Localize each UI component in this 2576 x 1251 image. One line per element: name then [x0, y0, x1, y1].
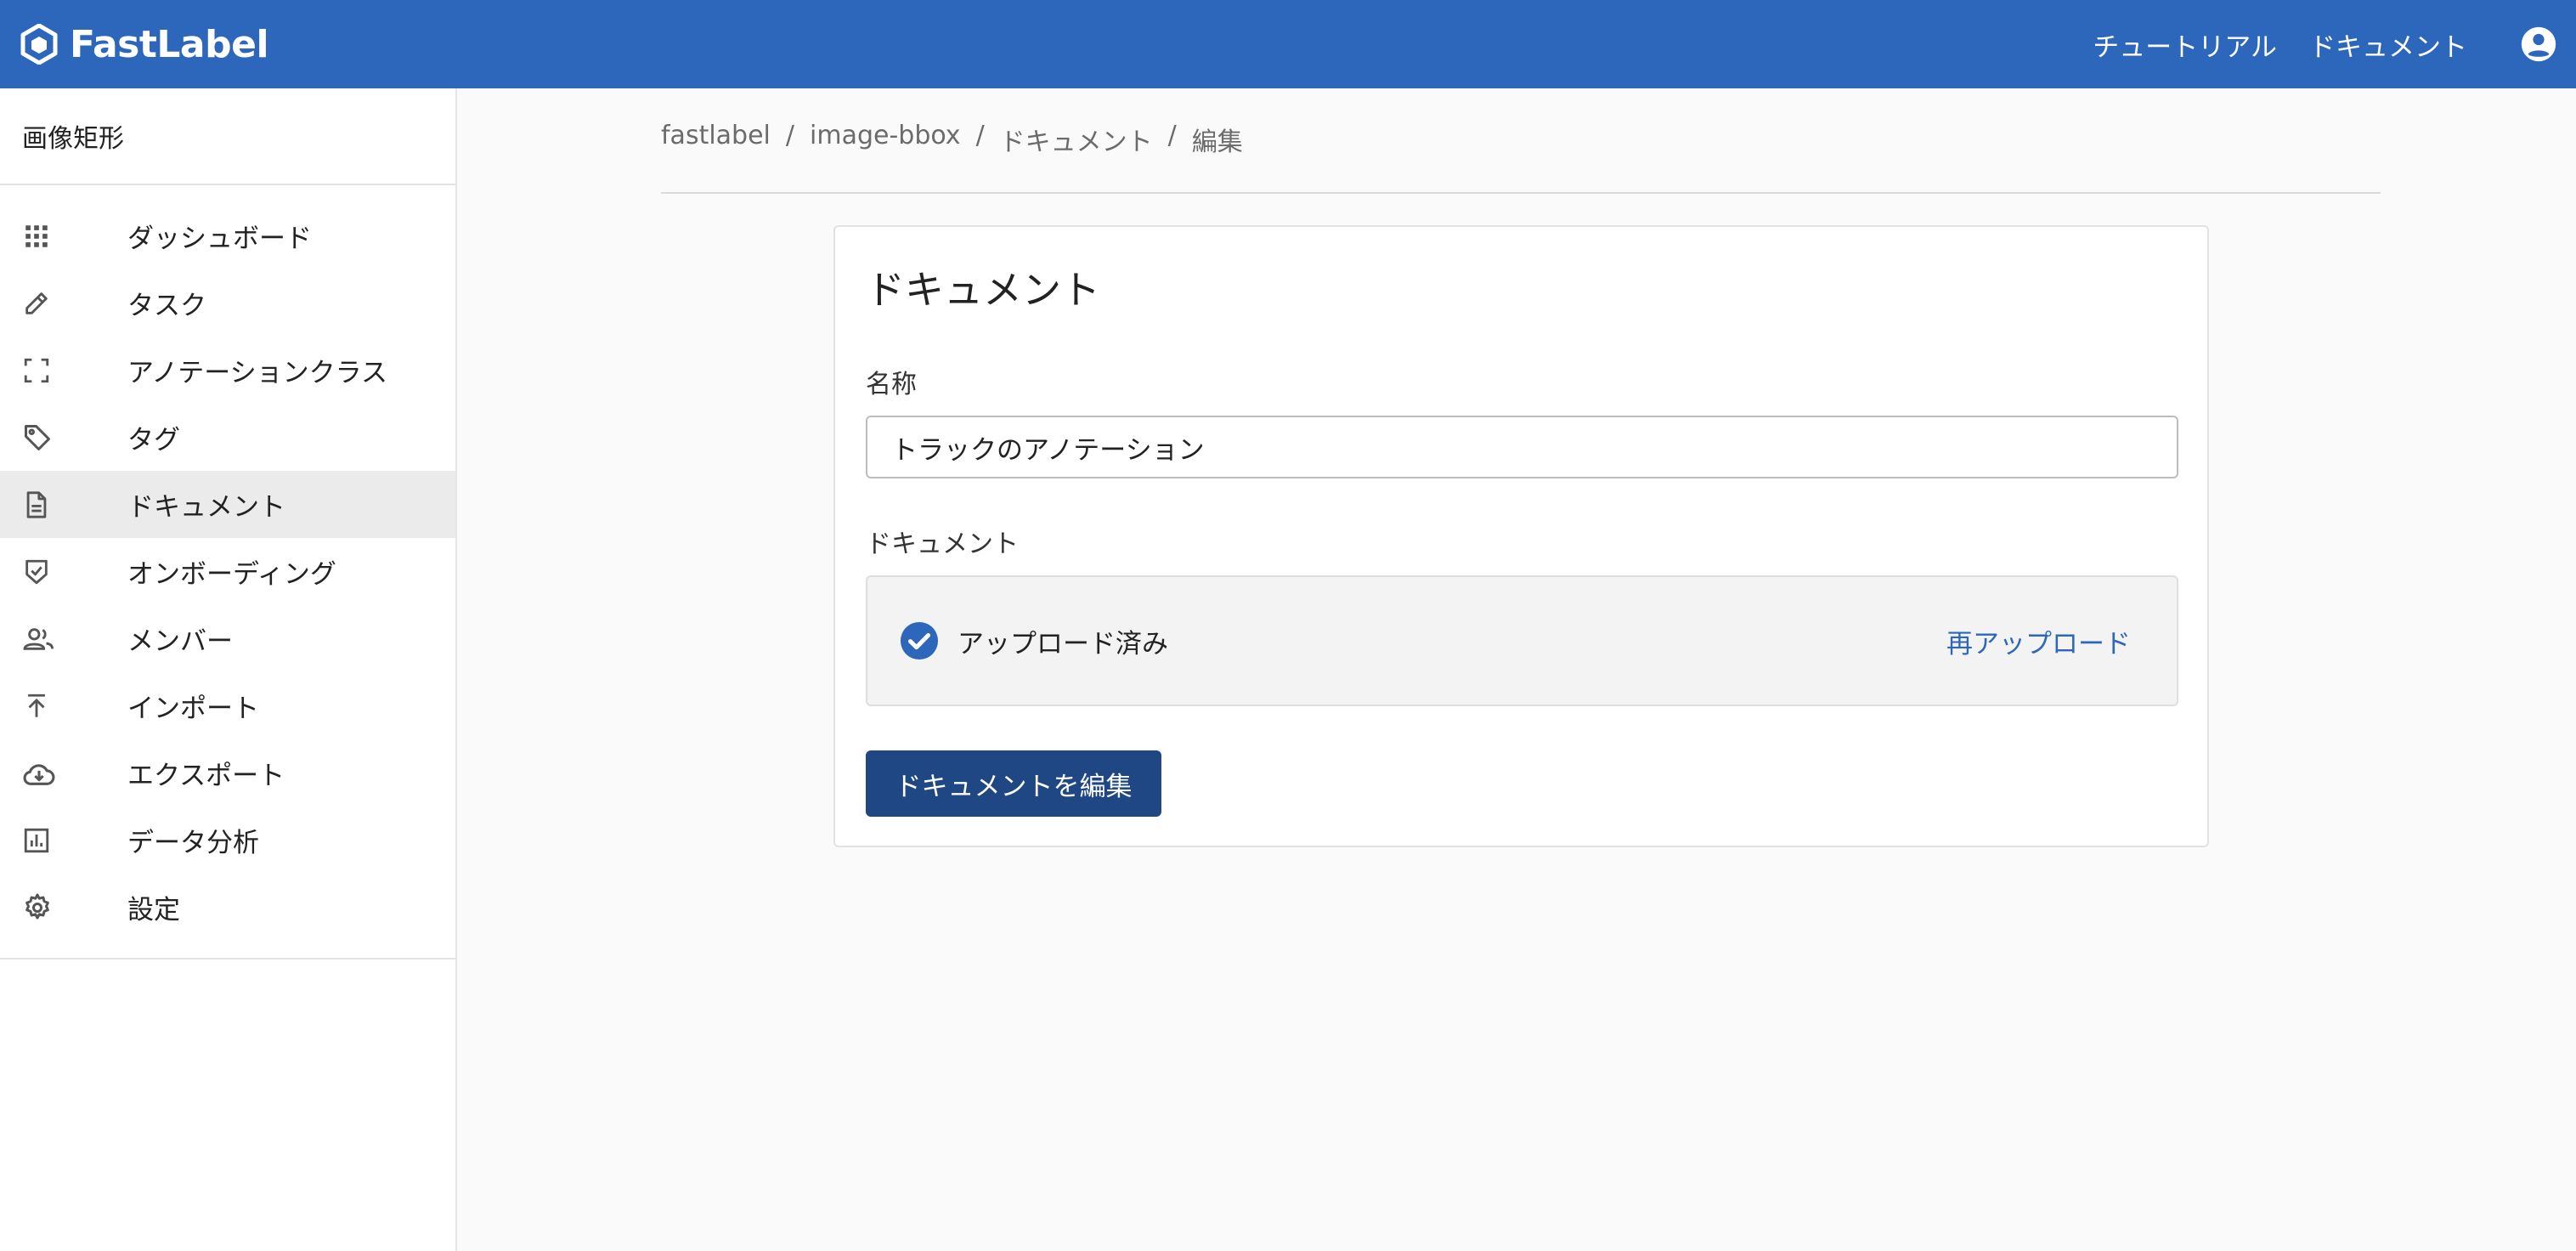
- gear-icon: [0, 892, 127, 923]
- sidebar-menu: ダッシュボード タスク アノテーションクラス タグ ドキュメント オンボーディン…: [0, 185, 455, 959]
- sidebar-item-members[interactable]: メンバー: [0, 605, 455, 672]
- document-field-label: ドキュメント: [866, 529, 1019, 559]
- breadcrumb-workspace[interactable]: fastlabel: [661, 121, 771, 150]
- sidebar-item-import[interactable]: インポート: [0, 672, 455, 739]
- sidebar-item-dashboard[interactable]: ダッシュボード: [0, 202, 455, 269]
- sidebar-item-tasks[interactable]: タスク: [0, 269, 455, 337]
- project-title: 画像矩形: [0, 88, 455, 185]
- sidebar-item-annotation-classes[interactable]: アノテーションクラス: [0, 337, 455, 404]
- top-nav: チュートリアル ドキュメント: [2093, 25, 2557, 64]
- sidebar-item-analytics[interactable]: データ分析: [0, 807, 455, 874]
- bar-chart-icon: [0, 826, 127, 855]
- edit-document-button[interactable]: ドキュメントを編集: [866, 750, 1161, 817]
- shield-check-icon: [0, 557, 127, 587]
- breadcrumb-documents[interactable]: ドキュメント: [1000, 121, 1153, 158]
- document-icon: [0, 490, 127, 519]
- sidebar-item-label: タスク: [127, 291, 206, 321]
- sidebar: 画像矩形 ダッシュボード タスク アノテーションクラス タグ ドキュメント オン…: [0, 88, 457, 1251]
- reupload-link[interactable]: 再アップロード: [1946, 622, 2131, 660]
- people-icon: [0, 625, 127, 654]
- sidebar-item-onboarding[interactable]: オンボーディング: [0, 538, 455, 605]
- breadcrumb-current: 編集: [1191, 127, 1243, 157]
- sidebar-item-label: ダッシュボード: [127, 224, 312, 254]
- account-circle-icon[interactable]: [2520, 25, 2557, 63]
- sidebar-item-label: メンバー: [127, 626, 233, 657]
- sidebar-item-label: ドキュメント: [127, 492, 285, 523]
- breadcrumb: fastlabel / image-bbox / ドキュメント / 編集: [661, 121, 2381, 194]
- sidebar-item-documents[interactable]: ドキュメント: [0, 471, 455, 538]
- main-content: fastlabel / image-bbox / ドキュメント / 編集 ドキュ…: [459, 88, 2576, 1251]
- cloud-download-icon: [0, 759, 127, 788]
- name-input[interactable]: [866, 416, 2178, 478]
- card-title: ドキュメント: [866, 267, 1100, 313]
- sidebar-item-label: エクスポート: [127, 761, 285, 791]
- pencil-icon: [0, 289, 127, 318]
- breadcrumb-separator: /: [785, 121, 795, 150]
- nav-document-link[interactable]: ドキュメント: [2309, 25, 2467, 64]
- sidebar-item-label: インポート: [127, 693, 259, 724]
- breadcrumb-separator: /: [1167, 121, 1177, 150]
- document-card: ドキュメント 名称 ドキュメント アップロード済み 再アップロード ドキュメント…: [833, 225, 2209, 847]
- top-app-bar: FastLabel チュートリアル ドキュメント: [0, 0, 2576, 88]
- sidebar-item-label: アノテーションクラス: [127, 358, 387, 388]
- sidebar-item-label: 設定: [127, 895, 180, 926]
- sidebar-item-settings[interactable]: 設定: [0, 874, 455, 941]
- tag-icon: [0, 422, 127, 453]
- sidebar-item-label: タグ: [127, 425, 180, 456]
- upload-status-box: アップロード済み 再アップロード: [866, 575, 2178, 706]
- brand[interactable]: FastLabel: [20, 22, 269, 66]
- breadcrumb-project[interactable]: image-bbox: [810, 121, 961, 150]
- check-circle-icon: [900, 621, 939, 660]
- sidebar-item-label: オンボーディング: [127, 559, 336, 590]
- sidebar-item-tags[interactable]: タグ: [0, 404, 455, 471]
- sidebar-item-label: データ分析: [127, 828, 259, 858]
- upload-status: アップロード済み: [900, 621, 1168, 660]
- nav-tutorial-link[interactable]: チュートリアル: [2093, 25, 2277, 64]
- sidebar-item-export[interactable]: エクスポート: [0, 739, 455, 807]
- name-field-label: 名称: [866, 370, 917, 399]
- grid-icon: [0, 222, 127, 251]
- bounding-box-icon: [0, 356, 127, 385]
- import-icon: [0, 692, 127, 721]
- breadcrumb-separator: /: [975, 121, 985, 150]
- fastlabel-logo-icon: [20, 24, 58, 65]
- upload-status-text: アップロード済み: [958, 628, 1168, 659]
- brand-name: FastLabel: [70, 22, 269, 66]
